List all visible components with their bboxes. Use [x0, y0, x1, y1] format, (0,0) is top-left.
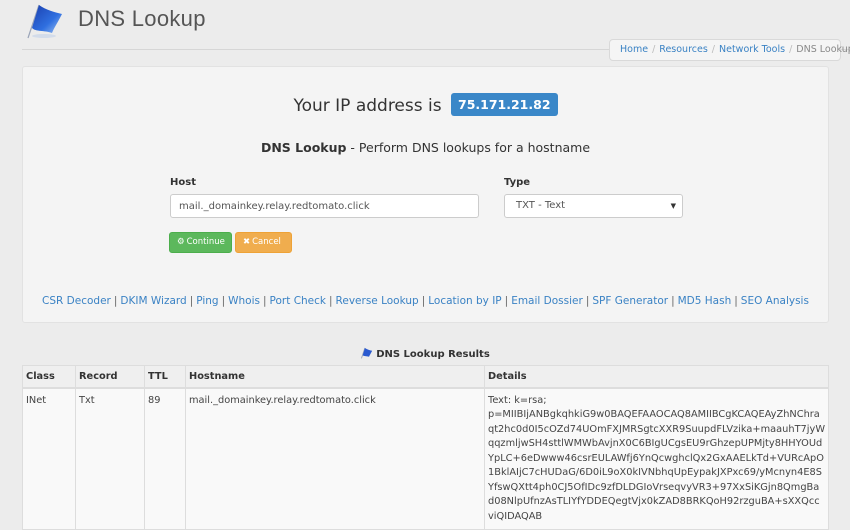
- breadcrumb-separator: /: [652, 44, 656, 55]
- cell-hostname: mail._domainkey.relay.redtomato.click: [185, 387, 485, 530]
- type-select[interactable]: TXT - Text ▼: [504, 194, 683, 218]
- tool-link-spf-generator[interactable]: SPF Generator: [592, 295, 668, 307]
- breadcrumb-resources[interactable]: Resources: [659, 44, 708, 55]
- tool-link-port-check[interactable]: Port Check: [270, 295, 326, 307]
- results-title-text: DNS Lookup Results: [376, 349, 490, 360]
- close-icon: ✖: [243, 237, 251, 247]
- link-separator: |: [221, 295, 226, 307]
- column-header-details: Details: [484, 365, 829, 389]
- tool-link-location-by-ip[interactable]: Location by IP: [428, 295, 501, 307]
- breadcrumb: Home / Resources / Network Tools / DNS Lookup: [609, 39, 850, 61]
- link-separator: |: [504, 295, 509, 307]
- host-input[interactable]: [170, 194, 479, 218]
- cancel-label: Cancel: [252, 237, 281, 247]
- cell-details: Text: k=rsa; p=MIIBIjANBgkqhkiG9w0BAQEFA…: [484, 387, 829, 530]
- type-label: Type: [504, 177, 531, 188]
- table-row: INet Txt 89 mail._domainkey.relay.redtom…: [22, 387, 829, 530]
- app-title: DNS Lookup: [78, 6, 206, 31]
- breadcrumb-current: DNS Lookup: [796, 44, 850, 55]
- gear-icon: ⚙: [177, 237, 185, 247]
- cell-record: Txt: [75, 387, 145, 530]
- details-public-key: p=MIIBIjANBgkqhkiG9w0BAQEFAAOCAQ8AMIIBCg…: [488, 409, 826, 522]
- results-table: Class Record TTL Hostname Details INet T…: [22, 365, 829, 530]
- link-separator: |: [189, 295, 194, 307]
- continue-label: Continue: [186, 237, 225, 247]
- breadcrumb-network-tools[interactable]: Network Tools: [719, 44, 785, 55]
- breadcrumb-home[interactable]: Home: [620, 44, 648, 55]
- link-separator: |: [585, 295, 590, 307]
- tool-link-dkim-wizard[interactable]: DKIM Wizard: [120, 295, 186, 307]
- form-title-description: - Perform DNS lookups for a hostname: [346, 140, 591, 155]
- caret-down-icon: ▼: [670, 202, 676, 210]
- host-label: Host: [170, 177, 196, 188]
- details-text-line: Text: k=rsa;: [488, 394, 547, 406]
- link-separator: |: [113, 295, 118, 307]
- cell-class: INet: [22, 387, 76, 530]
- tool-link-csr-decoder[interactable]: CSR Decoder: [42, 295, 111, 307]
- link-separator: |: [671, 295, 675, 307]
- lookup-panel: Your IP address is 75.171.21.82 DNS Look…: [22, 66, 829, 323]
- table-header-row: Class Record TTL Hostname Details: [22, 365, 829, 389]
- link-separator: |: [263, 295, 267, 307]
- type-selected-value: TXT - Text: [516, 200, 566, 211]
- column-header-ttl: TTL: [144, 365, 186, 389]
- tool-links: CSR Decoder | DKIM Wizard | Ping | Whois | Port …: [23, 295, 828, 307]
- tool-link-ping[interactable]: Ping: [196, 295, 218, 307]
- cancel-button[interactable]: ✖ Cancel: [235, 232, 292, 253]
- ip-address-line: Your IP address is 75.171.21.82: [23, 93, 828, 116]
- form-title-bold: DNS Lookup: [260, 140, 347, 155]
- ip-address-badge: 75.171.21.82: [451, 93, 558, 116]
- column-header-hostname: Hostname: [185, 365, 485, 389]
- tool-link-reverse-lookup[interactable]: Reverse Lookup: [336, 295, 419, 307]
- link-separator: |: [734, 295, 738, 307]
- column-header-class: Class: [22, 365, 76, 389]
- results-title: DNS Lookup Results: [0, 347, 850, 360]
- flag-icon: [361, 347, 373, 359]
- ip-prefix: Your IP address is: [293, 96, 442, 116]
- cell-ttl: 89: [144, 387, 186, 530]
- column-header-record: Record: [75, 365, 145, 389]
- breadcrumb-separator: /: [789, 44, 793, 55]
- link-separator: |: [421, 295, 426, 307]
- tool-link-md5-hash[interactable]: MD5 Hash: [678, 295, 732, 307]
- tool-link-seo-analysis[interactable]: SEO Analysis: [741, 295, 809, 307]
- breadcrumb-separator: /: [711, 44, 715, 55]
- tool-link-email-dossier[interactable]: Email Dossier: [511, 295, 583, 307]
- form-title: DNS Lookup - Perform DNS lookups for a h…: [23, 140, 828, 155]
- continue-button[interactable]: ⚙ Continue: [169, 232, 232, 253]
- tool-link-whois[interactable]: Whois: [228, 295, 260, 307]
- link-separator: |: [329, 295, 333, 307]
- flag-logo-icon: [27, 4, 62, 39]
